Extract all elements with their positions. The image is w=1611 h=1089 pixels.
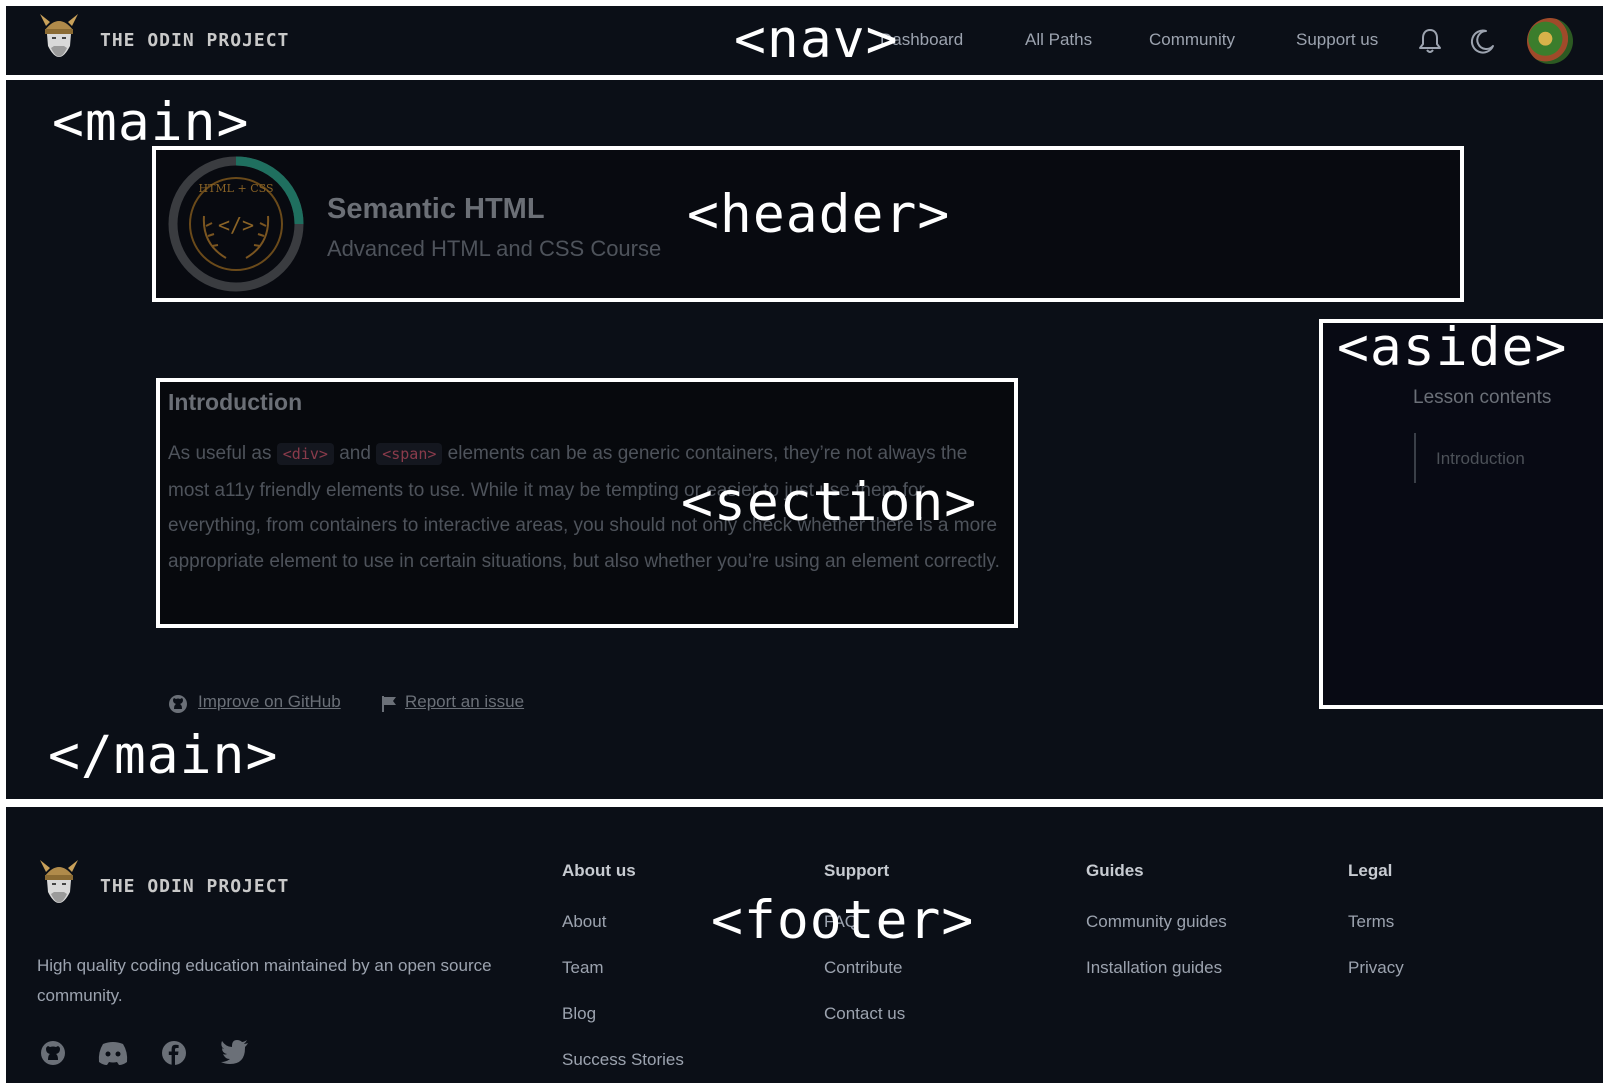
header-tag-label: <header> <box>687 184 951 245</box>
nav-tag-label: <nav> <box>734 9 899 70</box>
section-tag-label: <section> <box>681 472 978 533</box>
footer-tag-label: <footer> <box>711 890 975 951</box>
main-close-tag-label: </main> <box>48 725 279 786</box>
aside-tag-label: <aside> <box>1337 317 1568 378</box>
main-open-tag-label: <main> <box>52 92 250 153</box>
